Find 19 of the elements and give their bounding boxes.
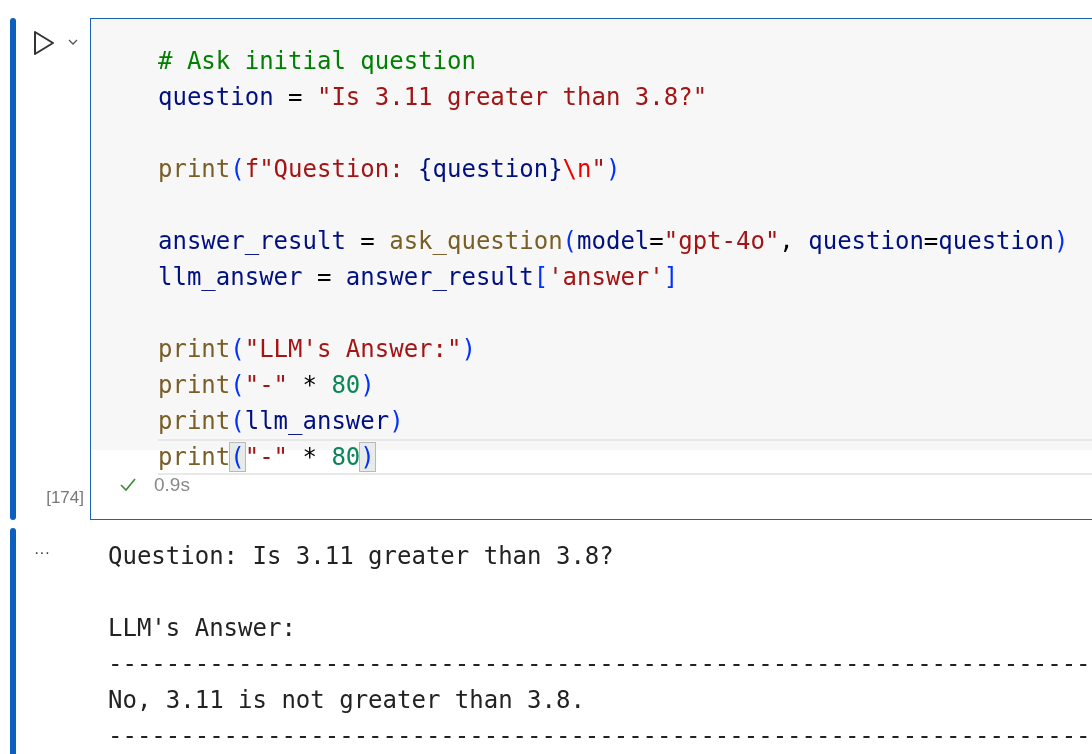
code-line: # Ask initial question (158, 46, 477, 77)
output-menu-icon[interactable]: ··· (34, 544, 50, 562)
output-line: LLM's Answer: (108, 613, 297, 644)
output-line: -------------------------------------------------------------------- (108, 721, 1091, 752)
output-line: No, 3.11 is not greater than 3.8. (108, 685, 586, 716)
execution-count: [174] (46, 488, 84, 508)
code-line: print(f"Question: {question}\n") (158, 154, 622, 185)
chevron-down-icon[interactable] (68, 39, 78, 45)
code-line: print("-" * 80) (158, 439, 1092, 475)
run-icon[interactable] (33, 30, 55, 56)
code-line: print("-" * 80) (158, 370, 376, 401)
code-line: print("LLM's Answer:") (158, 334, 477, 365)
execution-time: 0.9s (154, 473, 190, 496)
output-line: Question: Is 3.11 greater than 3.8? (108, 541, 615, 572)
code-line: answer_result = ask_question(model="gpt-4o", question=question) (158, 226, 1070, 257)
code-line: llm_answer = answer_result['answer'] (158, 262, 680, 293)
code-line: print(llm_answer) (158, 406, 405, 437)
output-line: -------------------------------------------------------------------- (108, 649, 1091, 680)
code-line: question = "Is 3.11 greater than 3.8?" (158, 82, 709, 113)
